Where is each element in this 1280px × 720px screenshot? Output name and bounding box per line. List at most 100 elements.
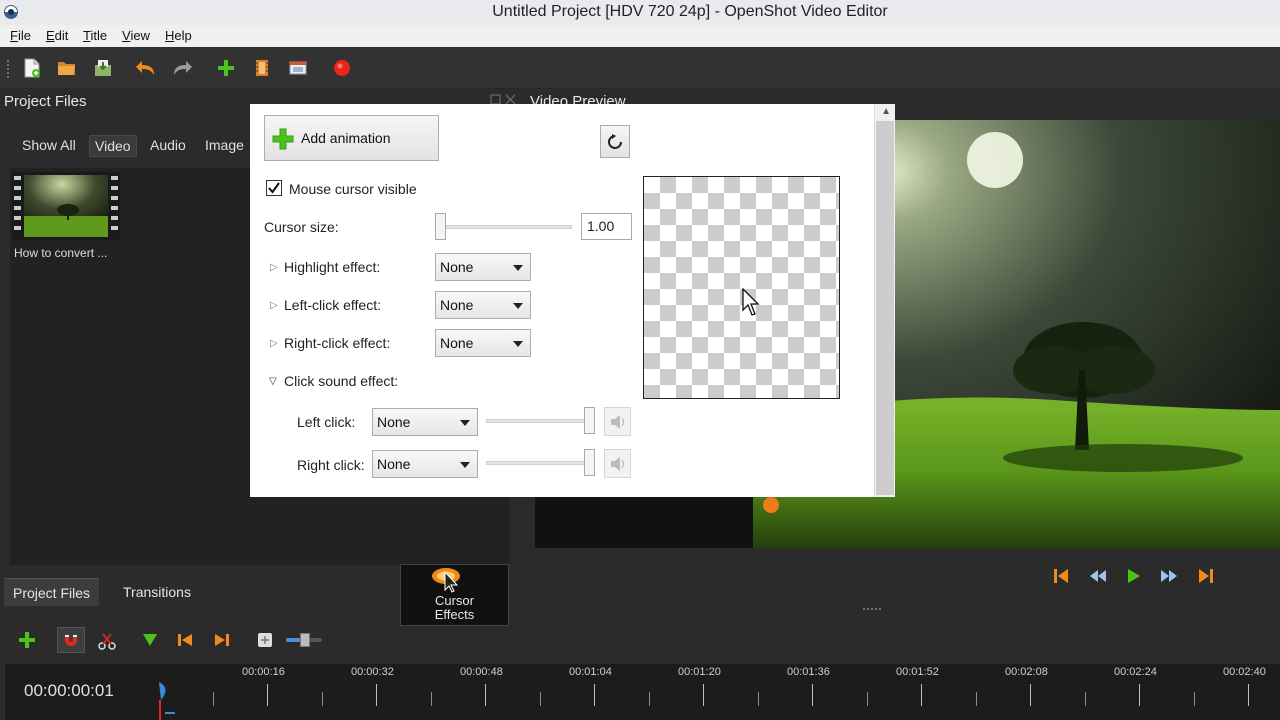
right-click-volume-slider[interactable] (486, 461, 590, 465)
ruler-major-tick (812, 684, 813, 706)
file-thumbnail[interactable] (12, 172, 120, 240)
ruler-major-tick (594, 684, 595, 706)
filter-video[interactable]: Video (89, 135, 137, 157)
transport-controls (1050, 565, 1220, 587)
reset-button[interactable] (600, 125, 630, 158)
ruler-major-tick (921, 684, 922, 706)
ruler-major-tick (1248, 684, 1249, 706)
cursor-size-input[interactable]: 1.00 (581, 213, 632, 240)
highlight-effect-label: Highlight effect: (284, 259, 381, 275)
cursor-size-slider[interactable] (440, 225, 572, 229)
razor-icon[interactable] (98, 632, 116, 650)
add-track-icon[interactable] (18, 631, 36, 649)
left-click-effect-label: Left-click effect: (284, 297, 382, 313)
add-marker-icon[interactable] (141, 632, 159, 648)
left-click-expander-icon[interactable]: ▷ (270, 300, 278, 311)
chevron-down-icon (513, 265, 523, 271)
ruler-tick-label: 00:02:24 (1114, 666, 1157, 678)
file-name-label: How to convert ... (14, 246, 108, 260)
splitter-grip-icon[interactable] (862, 606, 882, 612)
filter-audio[interactable]: Audio (145, 135, 191, 157)
highlight-effect-select[interactable]: None (435, 253, 531, 281)
menu-title[interactable]: Title (83, 28, 107, 43)
next-marker-icon[interactable] (213, 632, 231, 648)
timeline-ruler[interactable] (5, 664, 1280, 720)
ruler-tick-label: 00:01:52 (896, 666, 939, 678)
ruler-minor-tick (976, 692, 977, 706)
magnet-icon (65, 635, 77, 646)
toolbar-grip[interactable] (6, 59, 10, 79)
playhead[interactable] (155, 678, 175, 720)
ruler-tick-label: 00:00:16 (242, 666, 285, 678)
menu-view[interactable]: View (122, 28, 150, 43)
speaker-icon (611, 457, 625, 471)
import-files-icon[interactable] (215, 57, 237, 79)
mouse-cursor-visible-checkbox[interactable] (266, 180, 282, 196)
left-click-volume-slider[interactable] (486, 419, 590, 423)
snapping-toggle[interactable] (57, 627, 85, 653)
new-project-icon[interactable] (21, 57, 43, 79)
cursor-preview-area (643, 176, 840, 399)
left-click-sound-select[interactable]: None (372, 408, 478, 436)
cursor-effects-dialog: ▲ Add animation Mouse cursor visible Cur… (250, 104, 895, 497)
undo-icon[interactable] (134, 57, 156, 79)
tab-project-files[interactable]: Project Files (4, 578, 100, 606)
ruler-tick-label: 00:02:08 (1005, 666, 1048, 678)
menubar: File Edit Title View Help (0, 25, 1280, 47)
ruler-tick-label: 00:00:32 (351, 666, 394, 678)
export-video-icon[interactable] (331, 57, 353, 79)
mouse-cursor-visible-label: Mouse cursor visible (289, 181, 417, 197)
menu-edit[interactable]: Edit (46, 28, 68, 43)
rewind-icon[interactable] (1087, 565, 1109, 587)
save-project-icon[interactable] (92, 57, 114, 79)
chevron-down-icon (460, 462, 470, 468)
dialog-scrollbar[interactable]: ▲ (874, 104, 895, 497)
previous-marker-icon[interactable] (176, 632, 194, 648)
right-click-volume-handle[interactable] (584, 449, 595, 476)
fullscreen-icon[interactable] (287, 57, 309, 79)
tab-transitions[interactable]: Transitions (114, 578, 200, 606)
window-titlebar: Untitled Project [HDV 720 24p] - OpenSho… (0, 0, 1280, 25)
play-icon[interactable] (1122, 565, 1144, 587)
ruler-minor-tick (322, 692, 323, 706)
filter-image[interactable]: Image (200, 135, 249, 157)
right-click-speaker-button[interactable] (604, 449, 631, 478)
ruler-major-tick (703, 684, 704, 706)
zoom-slider[interactable] (286, 633, 322, 647)
open-project-icon[interactable] (56, 57, 78, 79)
left-click-volume-handle[interactable] (584, 407, 595, 434)
right-click-expander-icon[interactable]: ▷ (270, 338, 278, 349)
add-animation-button[interactable]: Add animation (264, 115, 439, 161)
filter-show-all[interactable]: Show All (17, 135, 81, 157)
profile-icon[interactable] (251, 57, 273, 79)
center-timeline-icon[interactable] (257, 632, 273, 648)
redo-icon[interactable] (172, 57, 194, 79)
left-click-effect-select[interactable]: None (435, 291, 531, 319)
jump-to-end-icon[interactable] (1195, 565, 1217, 587)
click-sound-expander-icon[interactable]: ▽ (269, 376, 277, 387)
fast-forward-icon[interactable] (1158, 565, 1180, 587)
menu-help[interactable]: Help (165, 28, 192, 43)
menu-file[interactable]: File (10, 28, 31, 43)
scroll-up-arrow-icon[interactable]: ▲ (881, 106, 891, 117)
timecode-display: 00:00:00:01 (24, 681, 114, 700)
ruler-tick-label: 00:00:48 (460, 666, 503, 678)
cursor-size-slider-handle[interactable] (435, 213, 446, 240)
ruler-minor-tick (431, 692, 432, 706)
left-click-speaker-button[interactable] (604, 407, 631, 436)
highlight-expander-icon[interactable]: ▷ (270, 262, 278, 273)
scrollbar-thumb[interactable] (876, 121, 894, 495)
click-sound-effect-label: Click sound effect: (284, 373, 399, 389)
chevron-down-icon (513, 303, 523, 309)
ruler-major-tick (376, 684, 377, 706)
ruler-tick-label: 00:02:40 (1223, 666, 1266, 678)
zoom-slider-handle[interactable] (300, 633, 311, 647)
ruler-tick-label: 00:01:04 (569, 666, 612, 678)
refresh-icon (608, 134, 622, 149)
right-click-effect-select[interactable]: None (435, 329, 531, 357)
ruler-major-tick (485, 684, 486, 706)
speaker-icon (611, 415, 625, 429)
plus-icon (272, 128, 294, 150)
jump-to-start-icon[interactable] (1050, 565, 1072, 587)
right-click-sound-select[interactable]: None (372, 450, 478, 478)
